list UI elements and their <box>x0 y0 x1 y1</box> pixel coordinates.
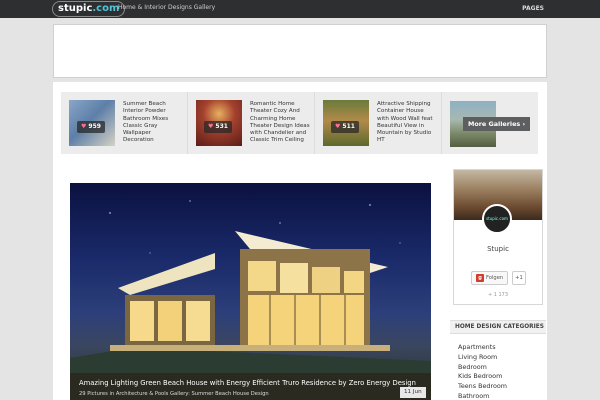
gallery-strip-item[interactable]: ♥ 959 Summer Beach Interior Powder Bathro… <box>61 92 188 154</box>
gallery-item-title[interactable]: Summer Beach Interior Powder Bathroom Mi… <box>123 101 183 145</box>
category-list: Apartments Living Room Bedroom Kids Bedr… <box>458 343 507 400</box>
gallery-strip-item[interactable]: ♥ 511 Attractive Shipping Container House… <box>315 92 442 154</box>
heart-icon: ♥ <box>335 123 341 130</box>
category-link[interactable]: Apartments <box>458 343 507 353</box>
date-badge: 11 Jun <box>400 387 426 398</box>
category-link[interactable]: Bedroom <box>458 363 507 373</box>
featured-title[interactable]: Amazing Lighting Green Beach House with … <box>79 379 416 387</box>
pages-menu-link[interactable]: PAGES <box>522 5 544 12</box>
category-link[interactable]: Bathroom <box>458 392 507 400</box>
heart-icon: ♥ <box>208 123 214 130</box>
site-logo[interactable]: stupic.com <box>52 1 126 17</box>
profile-name[interactable]: Stupic <box>454 245 542 253</box>
follower-count: + 1 173 <box>487 292 509 298</box>
gallery-item-title[interactable]: Romantic Home Theater Cozy And Charming … <box>250 101 310 145</box>
featured-caption: Amazing Lighting Green Beach House with … <box>70 373 431 400</box>
follow-button[interactable]: g Folgen <box>471 271 508 285</box>
google-plus-icon: g <box>476 274 484 282</box>
featured-subtitle[interactable]: 29 Pictures in Architecture & Pools Gall… <box>79 391 269 397</box>
category-link[interactable]: Teens Bedroom <box>458 382 507 392</box>
category-link[interactable]: Kids Bedroom <box>458 372 507 382</box>
heart-icon: ♥ <box>81 123 87 130</box>
love-count-badge: ♥ 511 <box>331 121 359 133</box>
love-count-badge: ♥ 531 <box>204 121 232 133</box>
featured-image[interactable]: Amazing Lighting Green Beach House with … <box>70 183 431 400</box>
gallery-item-title[interactable]: Attractive Shipping Container House with… <box>377 101 437 145</box>
top-navigation-bar: stupic.com Home & Interior Designs Galle… <box>0 0 600 18</box>
more-galleries-button[interactable]: More Galleries › <box>463 117 531 131</box>
site-tagline: Home & Interior Designs Gallery <box>118 4 216 11</box>
category-link[interactable]: Living Room <box>458 353 507 363</box>
love-count-badge: ♥ 959 <box>77 121 105 133</box>
plus-one-button[interactable]: +1 <box>512 271 526 285</box>
ad-banner <box>53 24 547 78</box>
gallery-strip-item[interactable]: ♥ 531 Romantic Home Theater Cozy And Char… <box>188 92 315 154</box>
house-illustration <box>70 200 431 400</box>
categories-heading: HOME DESIGN CATEGORIES <box>450 320 546 334</box>
gallery-strip: ♥ 959 Summer Beach Interior Powder Bathro… <box>61 92 538 154</box>
google-plus-profile-card: stupic.com Stupic g Folgen +1 + 1 173 <box>453 169 543 305</box>
avatar[interactable]: stupic.com <box>482 204 512 234</box>
